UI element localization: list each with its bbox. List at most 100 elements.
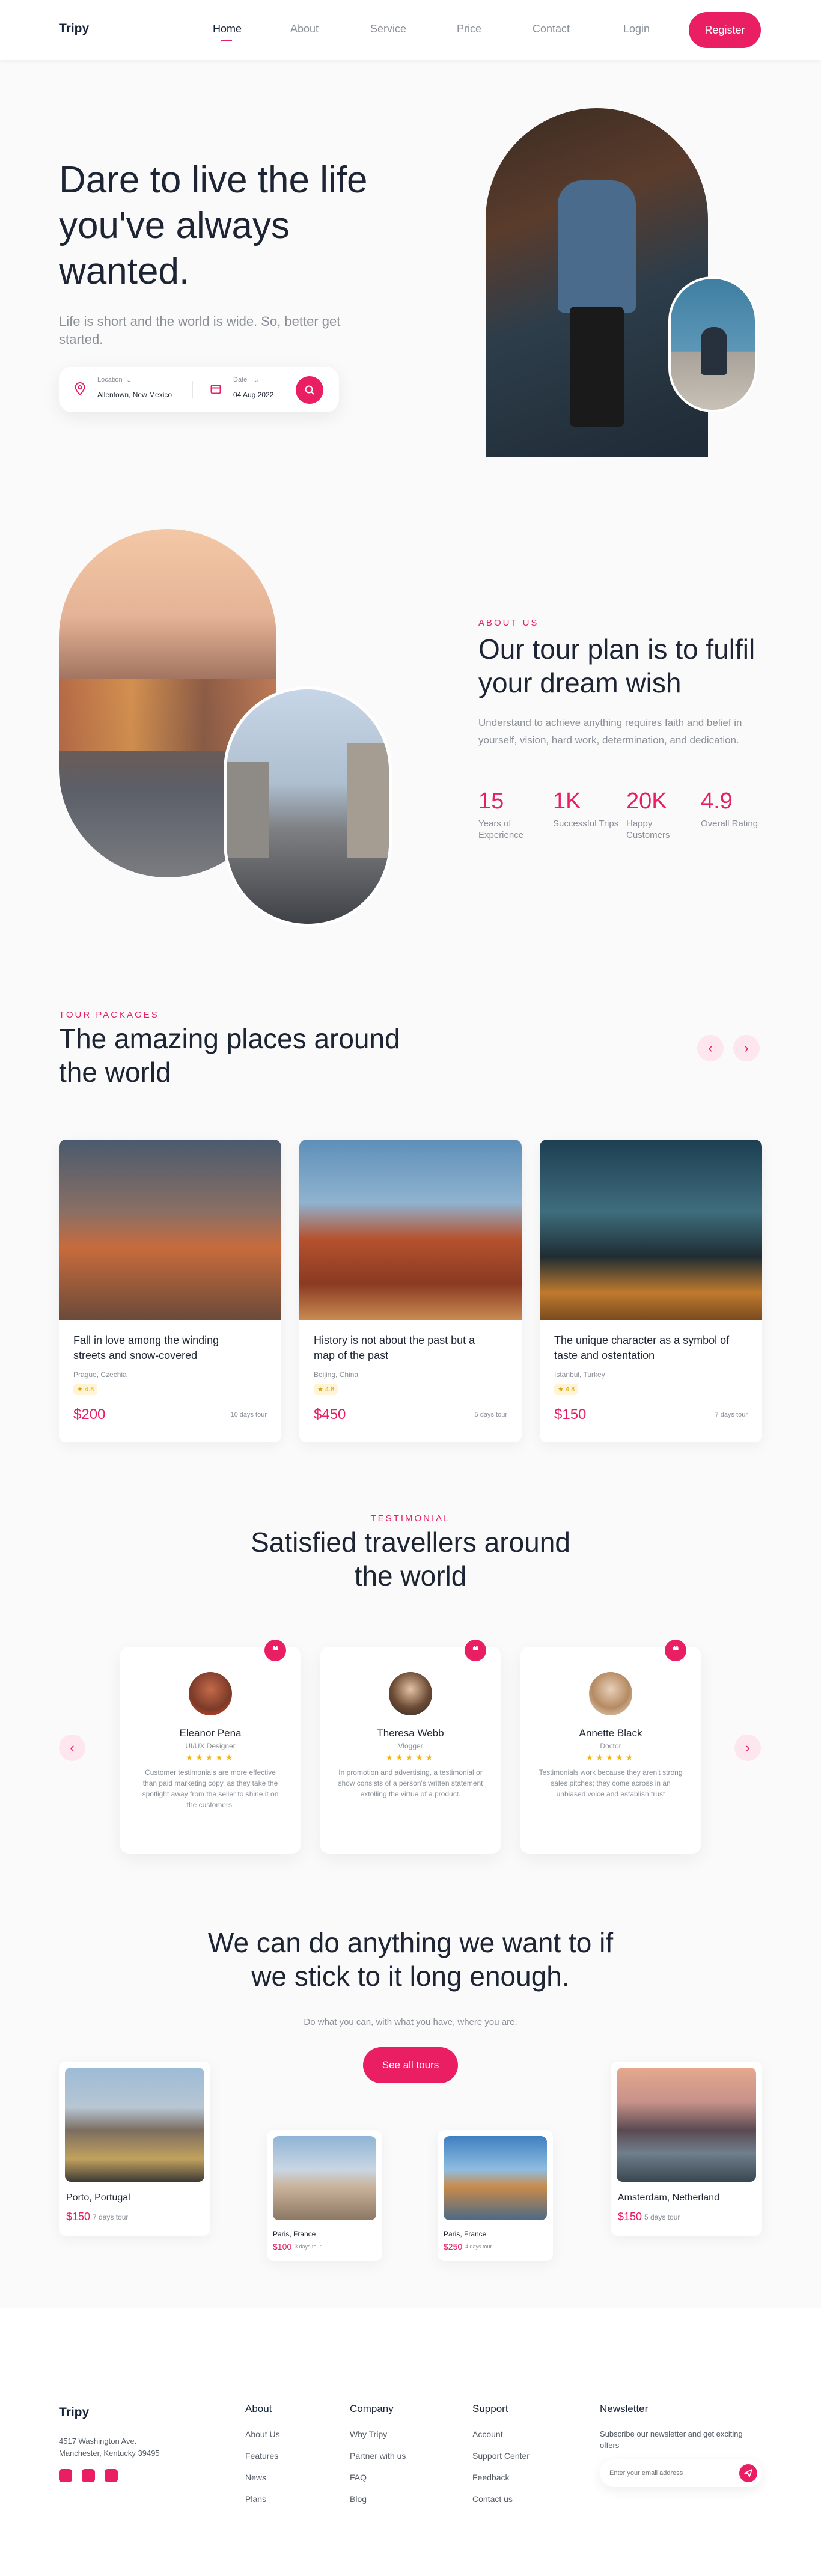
tour-name: Porto, Portugal bbox=[66, 2193, 130, 2203]
packages-eyebrow: TOUR PACKAGES bbox=[59, 1010, 159, 1020]
logo[interactable]: Tripy bbox=[59, 22, 89, 36]
testimonial-eyebrow: TESTIMONIAL bbox=[370, 1513, 451, 1524]
footer-link[interactable]: Support Center bbox=[472, 2451, 530, 2461]
building-right bbox=[347, 743, 389, 858]
next-arrow-button[interactable]: › bbox=[734, 1735, 761, 1761]
tour-price: $100 bbox=[273, 2242, 292, 2251]
date-label: Date bbox=[233, 376, 248, 383]
next-arrow-button[interactable]: › bbox=[733, 1035, 760, 1061]
tour-days: 7 days tour bbox=[93, 2213, 129, 2221]
quote-icon: ❝ bbox=[264, 1640, 286, 1661]
chevron-right-icon: › bbox=[745, 1740, 750, 1755]
tour-price: $150 bbox=[66, 2211, 91, 2223]
package-card[interactable]: History is not about the past but a map … bbox=[299, 1140, 522, 1442]
newsletter-text: Subscribe our newsletter and get excitin… bbox=[600, 2429, 743, 2450]
package-place: Beijing, China bbox=[314, 1370, 359, 1379]
package-title[interactable]: History is not about the past but a map … bbox=[314, 1333, 494, 1363]
tour-card[interactable]: Amsterdam, Netherland $150 5 days tour bbox=[611, 2062, 762, 2236]
about-title: Our tour plan is to fulfil your dream wi… bbox=[478, 633, 755, 698]
tour-price: $250 bbox=[444, 2242, 463, 2251]
tour-image-paris-arc bbox=[273, 2136, 376, 2220]
chevron-down-icon[interactable]: ⌄ bbox=[126, 376, 132, 384]
footer-col-title: Company bbox=[350, 2403, 394, 2414]
footer-col-title: Support bbox=[472, 2403, 508, 2414]
rating-stars: ★★★★★ bbox=[185, 1753, 236, 1762]
star-icon: ★ bbox=[77, 1386, 85, 1393]
footer-link[interactable]: Features bbox=[245, 2451, 278, 2461]
quote-icon: ❝ bbox=[665, 1640, 686, 1661]
subscribe-button[interactable] bbox=[739, 2464, 757, 2482]
youtube-icon[interactable] bbox=[105, 2469, 118, 2482]
footer-link[interactable]: Why Tripy bbox=[350, 2429, 387, 2439]
testimonial-card: ❝ Eleanor Pena UI/UX Designer ★★★★★ Cust… bbox=[120, 1640, 301, 1854]
testimonial-text: Testimonials work because they aren't st… bbox=[539, 1768, 683, 1798]
footer-logo[interactable]: Tripy bbox=[59, 2405, 89, 2420]
footer-link[interactable]: About Us bbox=[245, 2429, 280, 2439]
footer-address: 4517 Washington Ave. Manchester, Kentuck… bbox=[59, 2437, 160, 2458]
email-input[interactable] bbox=[609, 2467, 730, 2480]
nav-home[interactable]: Home bbox=[213, 23, 242, 35]
tour-card[interactable]: Paris, France $250 4 days tour bbox=[438, 2130, 553, 2261]
chevron-down-icon[interactable]: ⌄ bbox=[254, 376, 259, 384]
register-button[interactable]: Register bbox=[689, 12, 761, 48]
nav-contact[interactable]: Contact bbox=[533, 23, 570, 35]
stat-years: 15 Years of Experience bbox=[478, 789, 524, 840]
footer-link[interactable]: Contact us bbox=[472, 2494, 513, 2504]
package-title[interactable]: Fall in love among the winding streets a… bbox=[73, 1333, 254, 1363]
footer-link[interactable]: News bbox=[245, 2473, 266, 2482]
package-title[interactable]: The unique character as a symbol of tast… bbox=[554, 1333, 734, 1363]
location-value[interactable]: Allentown, New Mexico bbox=[97, 391, 172, 399]
testimonial-name: Eleanor Pena bbox=[179, 1727, 242, 1739]
search-button[interactable] bbox=[296, 376, 323, 404]
tour-name: Paris, France bbox=[444, 2230, 487, 2238]
quote-icon: ❝ bbox=[465, 1640, 486, 1661]
package-price: $200 bbox=[73, 1406, 106, 1423]
tour-name: Paris, France bbox=[273, 2230, 316, 2238]
prev-arrow-button[interactable]: ‹ bbox=[697, 1035, 724, 1061]
footer-link[interactable]: FAQ bbox=[350, 2473, 367, 2482]
nav-service[interactable]: Service bbox=[370, 23, 406, 35]
newsletter-title: Newsletter bbox=[600, 2403, 649, 2414]
testimonial-role: Vlogger bbox=[398, 1742, 423, 1750]
package-days: 7 days tour bbox=[715, 1411, 748, 1418]
package-card[interactable]: The unique character as a symbol of tast… bbox=[540, 1140, 762, 1442]
testimonial-text: Customer testimonials are more effective… bbox=[142, 1768, 279, 1809]
tour-card[interactable]: Paris, France $100 3 days tour bbox=[267, 2130, 382, 2261]
package-price: $150 bbox=[554, 1406, 587, 1423]
testimonial-name: Annette Black bbox=[579, 1727, 642, 1739]
about-eyebrow: ABOUT US bbox=[478, 618, 539, 628]
newsletter-form bbox=[600, 2459, 762, 2487]
instagram-icon[interactable] bbox=[82, 2469, 95, 2482]
date-value[interactable]: 04 Aug 2022 bbox=[233, 391, 273, 399]
login-link[interactable]: Login bbox=[623, 23, 650, 35]
nav-about[interactable]: About bbox=[290, 23, 319, 35]
footer-link[interactable]: Feedback bbox=[472, 2473, 509, 2482]
tour-price: $150 bbox=[618, 2211, 642, 2223]
stat-trips: 1K Successful Trips bbox=[553, 789, 619, 829]
backpack-figure bbox=[558, 180, 636, 313]
search-bar: Location ⌄ Allentown, New Mexico Date ⌄ … bbox=[59, 367, 339, 412]
package-place: Istanbul, Turkey bbox=[554, 1370, 605, 1379]
package-image-prague bbox=[59, 1140, 281, 1320]
hero-title: Dare to live the life you've always want… bbox=[59, 159, 368, 292]
tour-days: 4 days tour bbox=[465, 2244, 492, 2250]
package-image-istanbul bbox=[540, 1140, 762, 1320]
nav-price[interactable]: Price bbox=[457, 23, 481, 35]
facebook-icon[interactable] bbox=[59, 2469, 72, 2482]
calendar-icon bbox=[210, 383, 221, 394]
divider bbox=[192, 381, 193, 398]
star-icon: ★ bbox=[558, 1386, 566, 1393]
tours-title: We can do anything we want to if we stic… bbox=[207, 1927, 614, 1992]
footer-link[interactable]: Partner with us bbox=[350, 2451, 406, 2461]
footer-link[interactable]: Plans bbox=[245, 2494, 266, 2504]
footer-link[interactable]: Blog bbox=[350, 2494, 367, 2504]
active-indicator bbox=[221, 40, 232, 41]
location-label: Location bbox=[97, 376, 123, 383]
package-card[interactable]: Fall in love among the winding streets a… bbox=[59, 1140, 281, 1442]
tour-card[interactable]: Porto, Portugal $150 7 days tour bbox=[59, 2062, 210, 2236]
tour-image-paris-bridge bbox=[444, 2136, 547, 2220]
prev-arrow-button[interactable]: ‹ bbox=[59, 1735, 85, 1761]
package-place: Prague, Czechia bbox=[73, 1370, 127, 1379]
footer-link[interactable]: Account bbox=[472, 2429, 503, 2439]
see-all-tours-button[interactable]: See all tours bbox=[363, 2047, 458, 2083]
